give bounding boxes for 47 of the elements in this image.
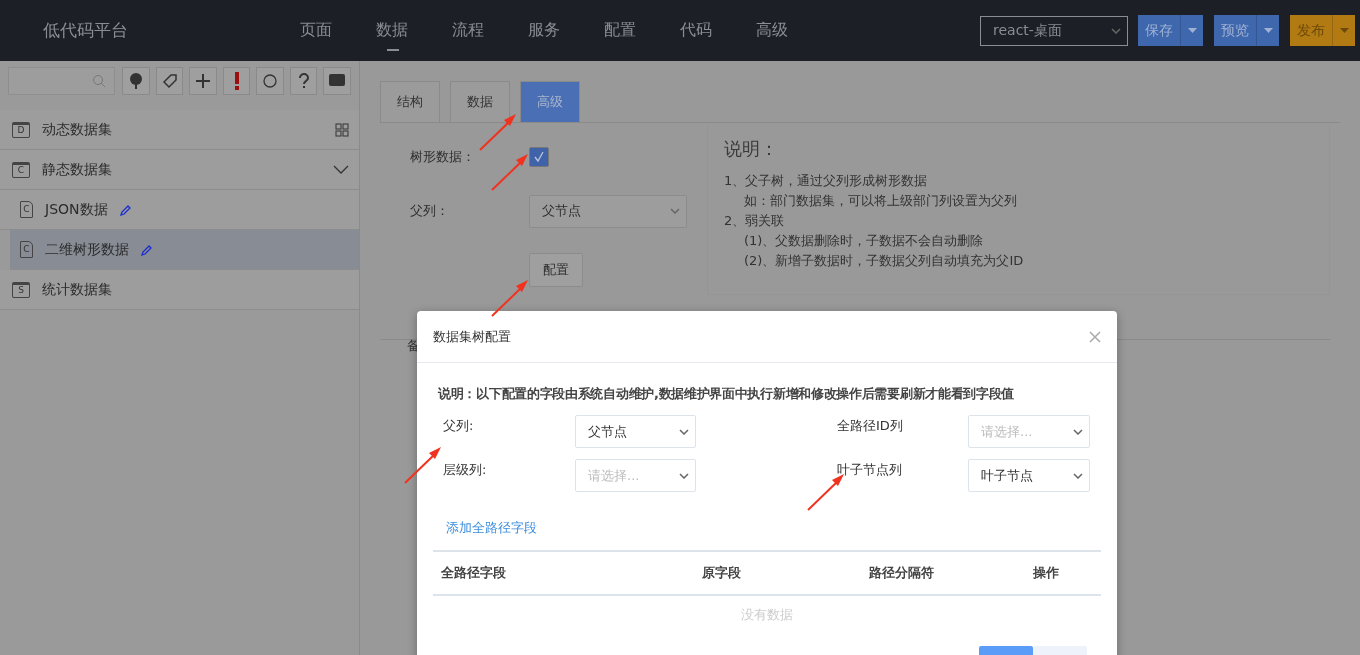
config-button[interactable]: 配置 — [529, 253, 583, 287]
column-select[interactable]: 父节点 — [575, 415, 696, 448]
dialog-note: 说明：以下配置的字段由系统自动维护,数据维护界面中执行新增和修改操作后需要刷新才能看到字段值 — [436, 385, 1016, 403]
help-line: (1)、父数据删除时，子数据不会自动删除 — [743, 232, 985, 250]
nav-tab[interactable]: 代码 — [658, 12, 734, 49]
nav-tab[interactable]: 服务 — [506, 12, 582, 49]
column-select[interactable]: 叶子节点 — [968, 459, 1090, 492]
field-label: 叶子节点列 — [837, 461, 903, 479]
help-title: 说明： — [724, 137, 779, 161]
split-button[interactable]: 保存 — [1138, 15, 1203, 46]
column-header: 路径分隔符 — [867, 564, 935, 582]
tab[interactable]: 数据 — [450, 81, 510, 122]
platform-select[interactable]: react-桌面 — [980, 15, 1128, 46]
field-label: 树形数据： — [410, 148, 476, 166]
help-line: (2)、新增子数据时，子数据父列自动填充为父ID — [743, 252, 1025, 270]
help-line: 如：部门数据集，可以将上级部门列设置为父列 — [743, 192, 1018, 210]
nav-tab[interactable]: 数据 — [354, 12, 430, 49]
help-line: 2、弱关联 — [724, 212, 786, 230]
field-label: 层级列: — [443, 461, 488, 479]
folder-icon: D — [12, 121, 30, 138]
item-label: JSON数据 — [45, 200, 108, 219]
item-label: 动态数据集 — [42, 120, 112, 139]
nav-tab[interactable]: 页面 — [278, 12, 354, 49]
tree-item[interactable]: C 二维树形数据 — [10, 230, 359, 270]
field-label: 全路径ID列 — [837, 417, 904, 435]
folder-icon: C — [12, 161, 30, 178]
help-line: 1、父子树，通过父列形成树形数据 — [724, 172, 929, 190]
add-field-link[interactable]: 添加全路径字段 — [446, 519, 537, 537]
parent-select[interactable]: 父节点 — [529, 194, 687, 228]
nav-tab[interactable]: 高级 — [734, 12, 810, 49]
tab[interactable]: 结构 — [380, 81, 440, 122]
file-icon: C — [20, 201, 33, 218]
field-label: 父列： — [410, 202, 450, 220]
item-label: 静态数据集 — [42, 160, 112, 179]
split-button[interactable]: 预览 — [1214, 15, 1279, 46]
nav-tab[interactable]: 配置 — [582, 12, 658, 49]
column-header: 操作 — [1032, 564, 1060, 582]
dialog-title: 数据集树配置 — [433, 327, 511, 346]
app-title: 低代码平台 — [42, 19, 129, 42]
field-label: 父列: — [443, 417, 475, 435]
column-header: 全路径字段 — [440, 564, 507, 582]
file-icon: C — [20, 241, 33, 258]
column-header: 原字段 — [700, 564, 742, 582]
item-label: 统计数据集 — [42, 280, 112, 299]
item-label: 二维树形数据 — [45, 240, 129, 259]
nav-tab[interactable]: 流程 — [430, 12, 506, 49]
folder-icon: S — [12, 281, 30, 298]
